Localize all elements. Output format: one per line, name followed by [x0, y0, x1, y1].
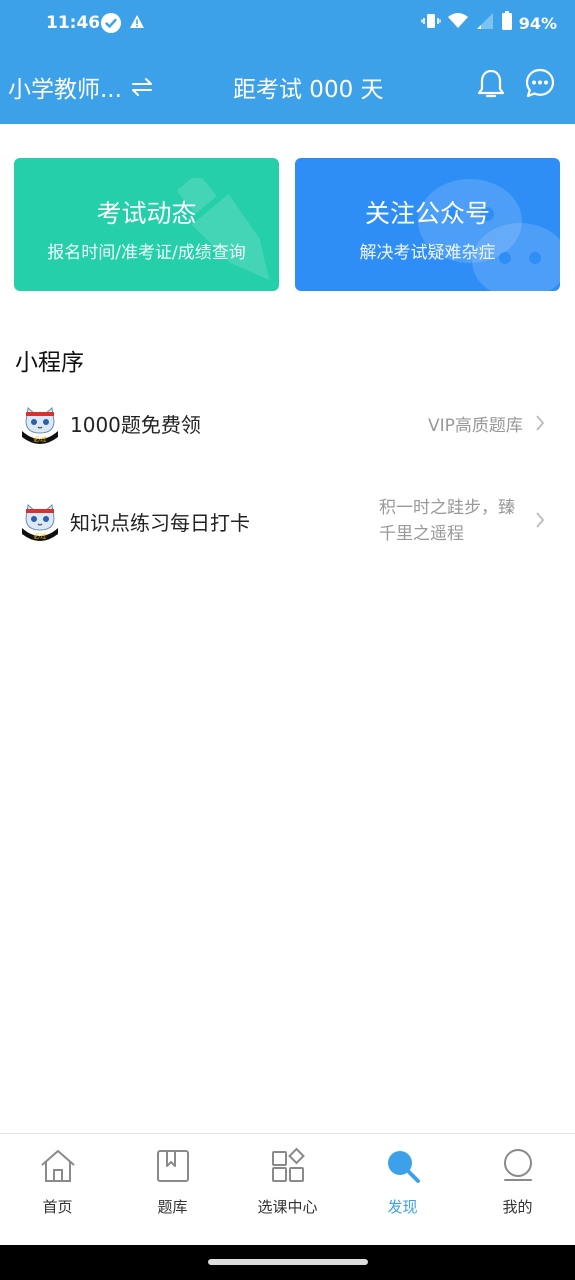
home-icon — [41, 1150, 75, 1182]
cat-mascot-logo: 必过 — [19, 402, 61, 444]
tab-course-center[interactable]: 选课中心 — [230, 1134, 345, 1234]
home-gesture-bar[interactable] — [208, 1259, 368, 1265]
tab-profile[interactable]: 我的 — [460, 1134, 575, 1234]
check-icon — [101, 13, 121, 33]
tab-home[interactable]: 首页 — [0, 1134, 115, 1234]
wifi-icon: ! — [447, 11, 469, 35]
exam-news-card[interactable]: 考试动态 报名时间/准考证/成绩查询 — [14, 158, 279, 291]
tab-label: 题库 — [157, 1198, 188, 1216]
cat-mascot-logo: 必过 — [19, 499, 61, 541]
message-icon[interactable] — [524, 67, 556, 99]
notification-bell-icon[interactable] — [476, 68, 506, 100]
battery-percent: 94% — [518, 13, 557, 33]
status-right: ! 94% — [421, 11, 557, 35]
card-subtitle: 解决考试疑难杂症 — [359, 243, 496, 263]
follow-account-card[interactable]: 关注公众号 解决考试疑难杂症 — [295, 158, 560, 291]
discover-screen: 11:46 ! 94% 小学教师... 距考试 000 天 考试动态 报名时间/… — [0, 0, 575, 1280]
mini-program-name: 1000题免费领 — [70, 413, 201, 437]
chevron-right-icon — [536, 512, 545, 528]
card-title: 考试动态 — [96, 199, 197, 228]
card-subtitle: 报名时间/准考证/成绩查询 — [47, 243, 246, 263]
mini-program-item[interactable]: 必过 1000题免费领 VIP高质题库 — [0, 388, 575, 458]
status-time: 11:46 — [46, 13, 101, 33]
grid-icon — [272, 1147, 305, 1182]
vibrate-icon — [421, 11, 441, 35]
tab-label: 选课中心 — [257, 1198, 318, 1216]
tab-discover[interactable]: 发现 — [345, 1134, 460, 1234]
search-icon — [388, 1151, 420, 1183]
mini-program-item[interactable]: 必过 知识点练习每日打卡 积一时之跬步，臻千里之遥程 — [0, 486, 575, 556]
profile-icon — [504, 1149, 532, 1181]
svg-text:!: ! — [460, 24, 463, 31]
top-app-bar: 小学教师... 距考试 000 天 — [0, 48, 575, 124]
mini-program-desc: 积一时之跬步，臻千里之遥程 — [379, 498, 515, 544]
mini-program-name: 知识点练习每日打卡 — [70, 511, 250, 535]
battery-icon — [501, 11, 513, 35]
card-title: 关注公众号 — [364, 199, 490, 228]
bottom-nav: 首页 题库 选课中心 发现 我的 — [0, 1133, 575, 1245]
tab-label: 发现 — [387, 1198, 418, 1216]
logo-text: 必过 — [34, 531, 48, 540]
mini-program-desc: VIP高质题库 — [428, 416, 523, 436]
system-nav-bar — [0, 1245, 575, 1280]
status-bar: 11:46 ! 94% — [0, 0, 575, 48]
exam-countdown: 距考试 000 天 — [233, 77, 384, 103]
subject-switcher[interactable]: 小学教师... — [8, 70, 154, 104]
tab-label: 我的 — [502, 1198, 533, 1216]
logo-text: 必过 — [34, 434, 48, 443]
warning-icon — [129, 14, 145, 34]
swap-icon — [131, 78, 152, 96]
subject-label: 小学教师... — [8, 77, 122, 103]
tab-label: 首页 — [42, 1198, 73, 1216]
question-bank-icon — [157, 1150, 189, 1182]
chevron-right-icon — [536, 415, 545, 431]
tab-question-bank[interactable]: 题库 — [115, 1134, 230, 1234]
signal-icon — [475, 11, 495, 35]
mini-programs-title: 小程序 — [15, 350, 84, 376]
